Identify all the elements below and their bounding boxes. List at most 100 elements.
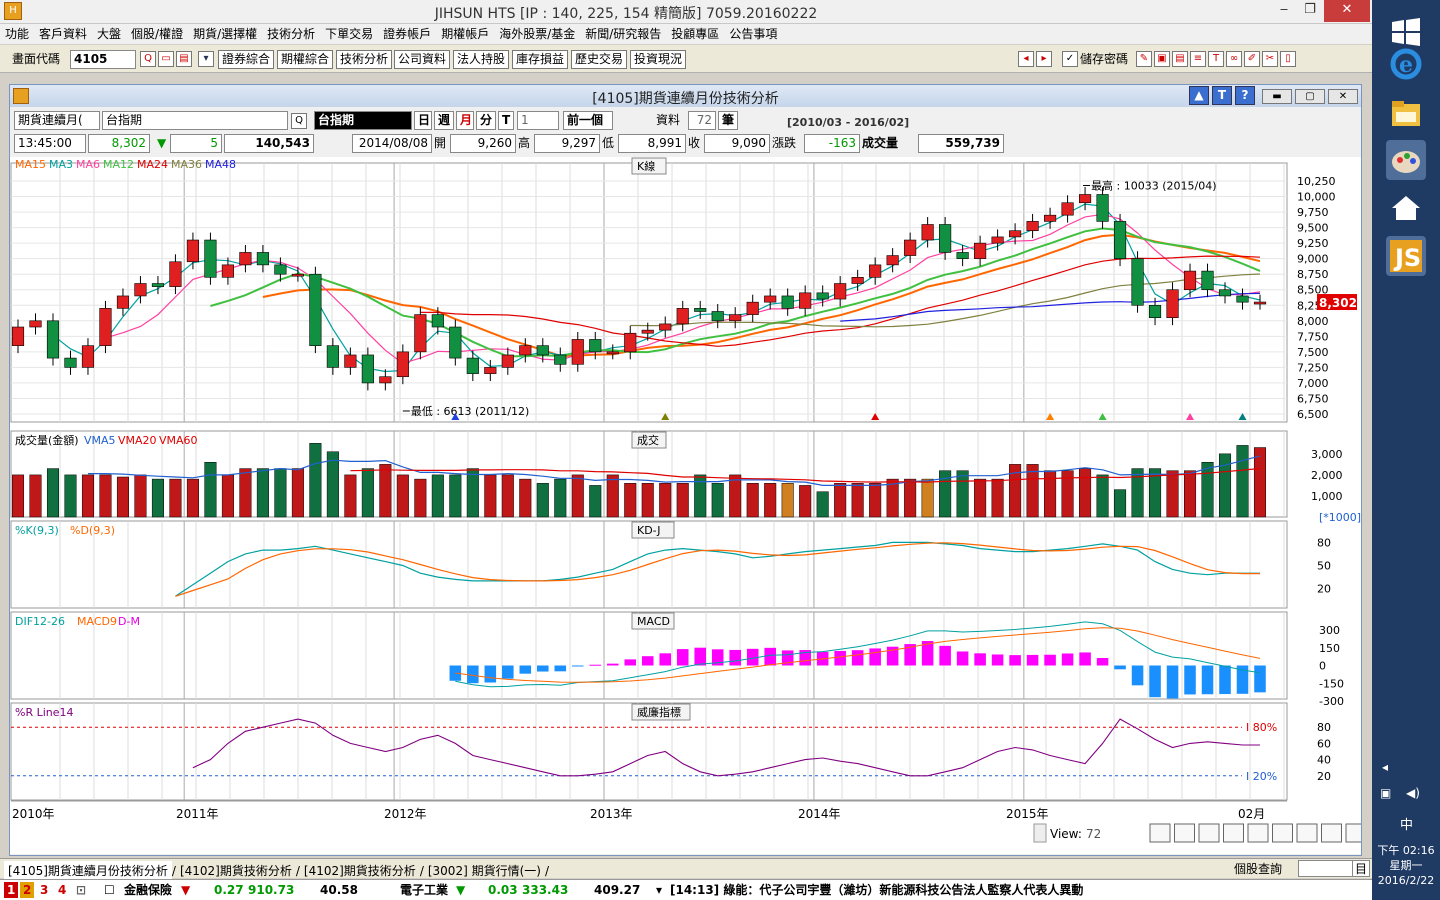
menu-item-11[interactable]: 投顧專區 (666, 24, 724, 44)
menu-item-7[interactable]: 證券帳戶 (378, 24, 436, 44)
window-tab-1[interactable]: [4102]期貨技術分析 (176, 861, 296, 881)
chevron-left-icon[interactable]: ◂ (1382, 760, 1388, 774)
ticker-checkbox[interactable]: ☐ (104, 882, 115, 898)
code-input[interactable]: 4105 (70, 50, 136, 69)
period-count-select[interactable]: 1 (517, 111, 559, 130)
toolbar-button-6[interactable]: 歷史交易 (571, 50, 628, 69)
minimize-icon[interactable]: ▬ (1262, 89, 1292, 104)
product-select[interactable]: 期貨連續月( (14, 111, 100, 130)
table-icon[interactable] (1296, 823, 1318, 843)
chart-svg[interactable]: 10,25010,0009,7509,5009,2509,0008,7508,5… (10, 157, 1361, 854)
menu-item-10[interactable]: 新聞/研究報告 (580, 24, 666, 44)
period-tick[interactable]: T (498, 111, 514, 130)
candle (204, 239, 217, 278)
stock-query-button[interactable]: 目 (1352, 860, 1370, 877)
period-week[interactable]: 週 (434, 111, 454, 130)
home-icon[interactable] (1386, 188, 1426, 228)
candle (1183, 270, 1197, 291)
paint-icon[interactable] (1386, 140, 1426, 180)
data-count-input[interactable]: 72 (688, 111, 716, 130)
menu-item-8[interactable]: 期權帳戶 (436, 24, 494, 44)
macd-bar (537, 665, 549, 672)
jihsun-app-icon[interactable]: JS (1386, 236, 1426, 276)
toolbar-button-5[interactable]: 庫存損益 (512, 50, 569, 69)
ticker-num-2[interactable]: 2 (20, 882, 35, 898)
tools-icon[interactable]: ✂ (1262, 51, 1278, 67)
toolbar-button-7[interactable]: 投資現況 (630, 50, 687, 69)
arrow-left-icon[interactable]: ◂ (1018, 51, 1034, 67)
window-icon[interactable]: ▭ (158, 51, 174, 67)
prev-button[interactable]: 前一個 (563, 111, 613, 130)
save-icon[interactable]: ▤ (176, 51, 192, 67)
arrow-right-icon[interactable]: ▸ (1036, 51, 1052, 67)
candle (729, 314, 742, 322)
print-icon[interactable]: ▤ (1172, 51, 1188, 67)
settings-icon[interactable] (1345, 823, 1361, 843)
text-icon[interactable]: T (1208, 51, 1224, 67)
period-month[interactable]: 月 (456, 111, 474, 130)
image-icon[interactable]: ▣ (1154, 51, 1170, 67)
magnify-icon[interactable] (1198, 823, 1220, 843)
stock-query-input[interactable] (1298, 860, 1358, 877)
menu-item-12[interactable]: 公告事項 (724, 24, 782, 44)
restore-icon[interactable]: ▢ (1295, 89, 1325, 104)
internet-explorer-icon[interactable]: e (1386, 44, 1426, 84)
link-icon[interactable]: ∞ (1226, 51, 1242, 67)
rotate-icon[interactable] (1247, 823, 1269, 843)
y-tick-wr: 60 (1317, 737, 1331, 750)
zoom-out-icon[interactable] (1174, 823, 1195, 843)
doc-icon[interactable]: ▯ (1280, 51, 1296, 67)
window-tab-0[interactable]: [4105]期貨連續月份技術分析 (4, 861, 172, 881)
toolbar-button-3[interactable]: 公司資料 (394, 50, 451, 69)
network-icon[interactable]: ▣ (1380, 786, 1391, 800)
menu-item-3[interactable]: 個股/權證 (126, 24, 188, 44)
help-icon[interactable]: ? (1235, 86, 1255, 105)
toolbar-button-4[interactable]: 法人持股 (453, 50, 510, 69)
ime-indicator[interactable]: 中 (1400, 814, 1413, 833)
close-icon[interactable]: ✕ (1328, 89, 1358, 104)
toolbar-button-1[interactable]: 期權綜合 (277, 50, 334, 69)
window-tab-3[interactable]: [3002] 期貨行情(一) (424, 861, 545, 881)
menu-item-2[interactable]: 大盤 (92, 24, 126, 44)
toolbar-button-2[interactable]: 技術分析 (336, 50, 393, 69)
save-password-checkbox[interactable]: ✓ (1062, 51, 1078, 67)
volume-bar (344, 474, 357, 518)
pen-icon[interactable]: ✎ (1136, 51, 1152, 67)
search-icon[interactable]: Q (291, 113, 307, 129)
menu-item-6[interactable]: 下單交易 (320, 24, 378, 44)
chevron-down-icon[interactable]: ▾ (656, 882, 662, 898)
close-icon[interactable]: ✕ (1324, 0, 1370, 22)
menu-item-5[interactable]: 技術分析 (262, 24, 320, 44)
text-icon[interactable]: T (1212, 86, 1232, 105)
up-icon[interactable]: ▲ (1189, 86, 1209, 105)
edit-icon[interactable]: ✐ (1244, 51, 1260, 67)
file-explorer-icon[interactable] (1386, 94, 1426, 134)
clock[interactable]: 下午 02:16 星期一 2016/2/22 (1372, 843, 1440, 888)
search-icon[interactable]: Q (140, 51, 156, 67)
dropdown-icon[interactable]: ▾ (198, 51, 214, 67)
window-tab-2[interactable]: [4102]期貨技術分析 (300, 861, 420, 881)
period-minute[interactable]: 分 (476, 111, 496, 130)
ticker-num-4[interactable]: 4 (58, 882, 66, 898)
menu-item-0[interactable]: 功能 (0, 24, 34, 44)
volume-icon[interactable]: ◀) (1406, 786, 1420, 800)
menu-item-1[interactable]: 客戶資料 (34, 24, 92, 44)
window-icon[interactable] (1272, 823, 1293, 843)
period-day[interactable]: 日 (414, 111, 432, 130)
lock-icon[interactable]: ⊡ (76, 882, 86, 898)
ticker-num-3[interactable]: 3 (40, 882, 48, 898)
ticker-num-1[interactable]: 1 (4, 882, 19, 898)
menu-item-4[interactable]: 期貨/選擇權 (188, 24, 262, 44)
unit-button[interactable]: 筆 (718, 111, 738, 130)
menu-item-9[interactable]: 海外股票/基金 (494, 24, 580, 44)
list-icon[interactable]: ≡ (1190, 51, 1206, 67)
candle (46, 320, 60, 359)
chart-area[interactable]: 10,250 10,000 9,750 9,500 9,250 9,000 8,750 8,5… (10, 157, 1361, 854)
pen-icon[interactable] (1321, 823, 1342, 843)
toolbar-button-0[interactable]: 證券綜合 (218, 50, 275, 69)
ticker-news[interactable]: [14:13] 綠能：代子公司宇豐（濰坊）新能源科技公告法人監察人代表人異動 (670, 882, 1083, 898)
zoom-in-icon[interactable] (1149, 823, 1171, 843)
symbol-select[interactable]: 台指期 (102, 111, 288, 130)
restore-icon[interactable]: ❐ (1294, 0, 1326, 22)
refresh-icon[interactable] (1223, 823, 1244, 843)
